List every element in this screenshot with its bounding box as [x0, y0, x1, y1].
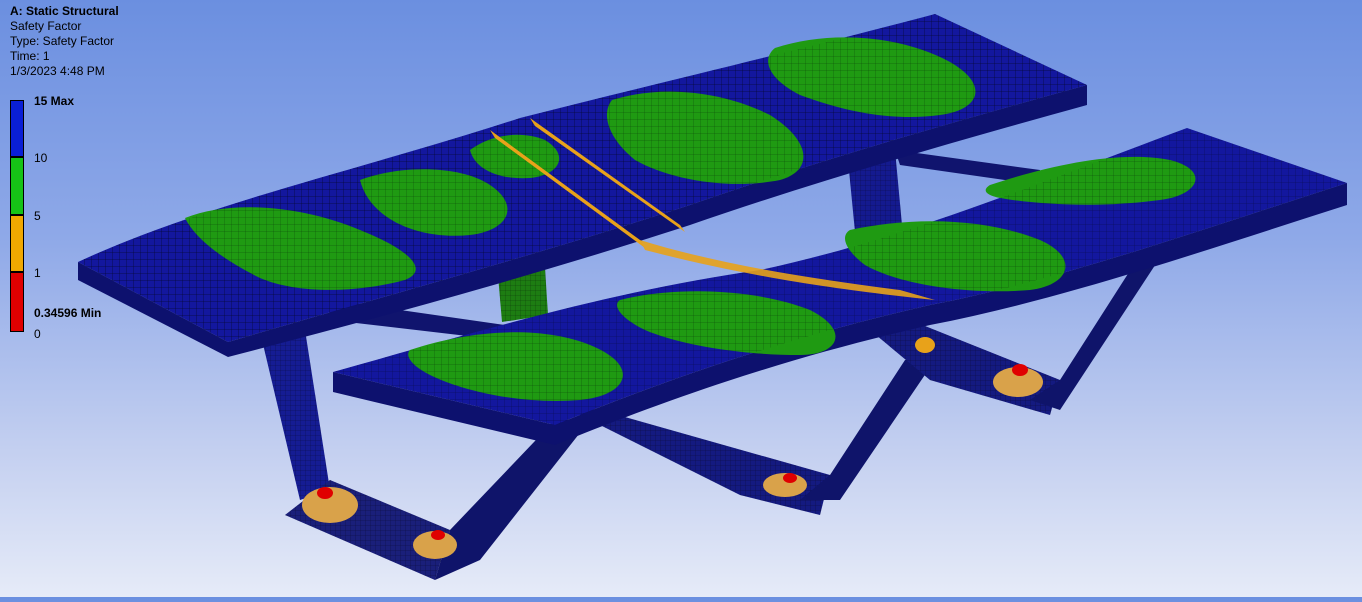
legend-label: 1	[34, 266, 41, 280]
legend-band	[10, 100, 24, 157]
legend-band	[10, 272, 24, 332]
legend-label: 0.34596 Min	[34, 306, 102, 320]
legend-band	[10, 215, 24, 272]
legend-label: 5	[34, 209, 41, 223]
analysis-title: A: Static Structural	[10, 4, 119, 18]
result-type: Type: Safety Factor	[10, 34, 115, 48]
color-legend[interactable]: 15 Max 10 5 1 0.34596 Min 0	[10, 94, 130, 341]
legend-label: 10	[34, 151, 48, 165]
result-name: Safety Factor	[10, 19, 82, 33]
result-time: Time: 1	[10, 49, 50, 63]
legend-label: 0	[34, 327, 41, 341]
legend-band	[10, 157, 24, 215]
3d-viewport[interactable]	[0, 0, 1362, 597]
result-date: 1/3/2023 4:48 PM	[10, 64, 105, 78]
mesh-model[interactable]	[0, 0, 1362, 597]
legend-label: 15 Max	[34, 94, 75, 108]
result-info: A: Static Structural Safety Factor Type:…	[10, 4, 119, 79]
